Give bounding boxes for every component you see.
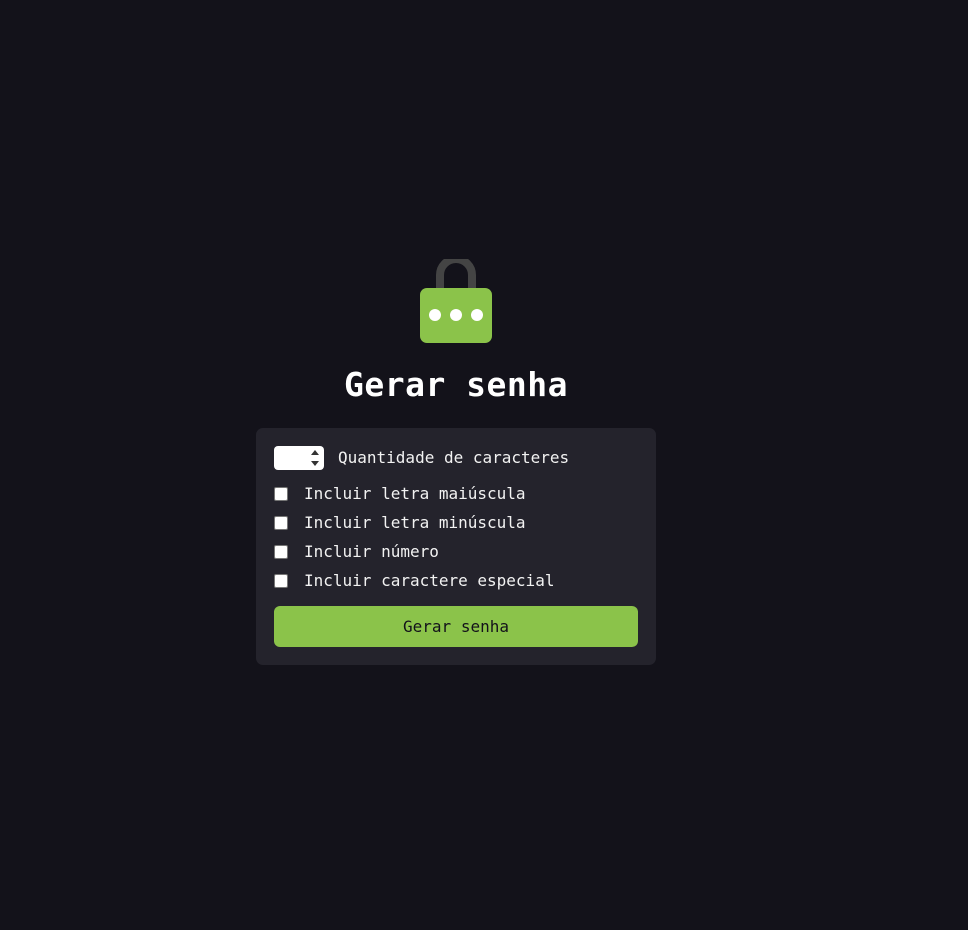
option-label: Incluir letra maiúscula <box>304 483 526 503</box>
uppercase-checkbox[interactable] <box>274 486 288 501</box>
option-lowercase[interactable]: Incluir letra minúscula <box>274 508 554 537</box>
option-uppercase[interactable]: Incluir letra maiúscula <box>274 479 554 508</box>
lock-icon <box>420 259 492 343</box>
quantity-stepper[interactable] <box>310 450 320 466</box>
option-label: Incluir letra minúscula <box>304 512 526 532</box>
quantity-label: Quantidade de caracteres <box>338 448 570 467</box>
option-special[interactable]: Incluir caractere especial <box>274 566 554 595</box>
page-title: Gerar senha <box>343 365 569 404</box>
chevron-up-icon[interactable] <box>311 450 319 455</box>
chevron-down-icon[interactable] <box>311 461 319 466</box>
options-list: Incluir letra maiúscula Incluir letra mi… <box>274 479 554 595</box>
quantity-input[interactable] <box>274 446 324 470</box>
lowercase-checkbox[interactable] <box>274 515 288 530</box>
options-card: Quantidade de caracteres Incluir letra m… <box>256 428 656 665</box>
number-checkbox[interactable] <box>274 544 288 559</box>
password-generator-page: Gerar senha Quantidade de caracteres Inc… <box>0 0 968 930</box>
generate-password-button[interactable]: Gerar senha <box>274 606 638 647</box>
option-label: Incluir número <box>304 541 439 561</box>
quantity-row: Quantidade de caracteres <box>274 446 569 470</box>
special-checkbox[interactable] <box>274 573 288 588</box>
option-label: Incluir caractere especial <box>304 570 555 590</box>
option-number[interactable]: Incluir número <box>274 537 554 566</box>
